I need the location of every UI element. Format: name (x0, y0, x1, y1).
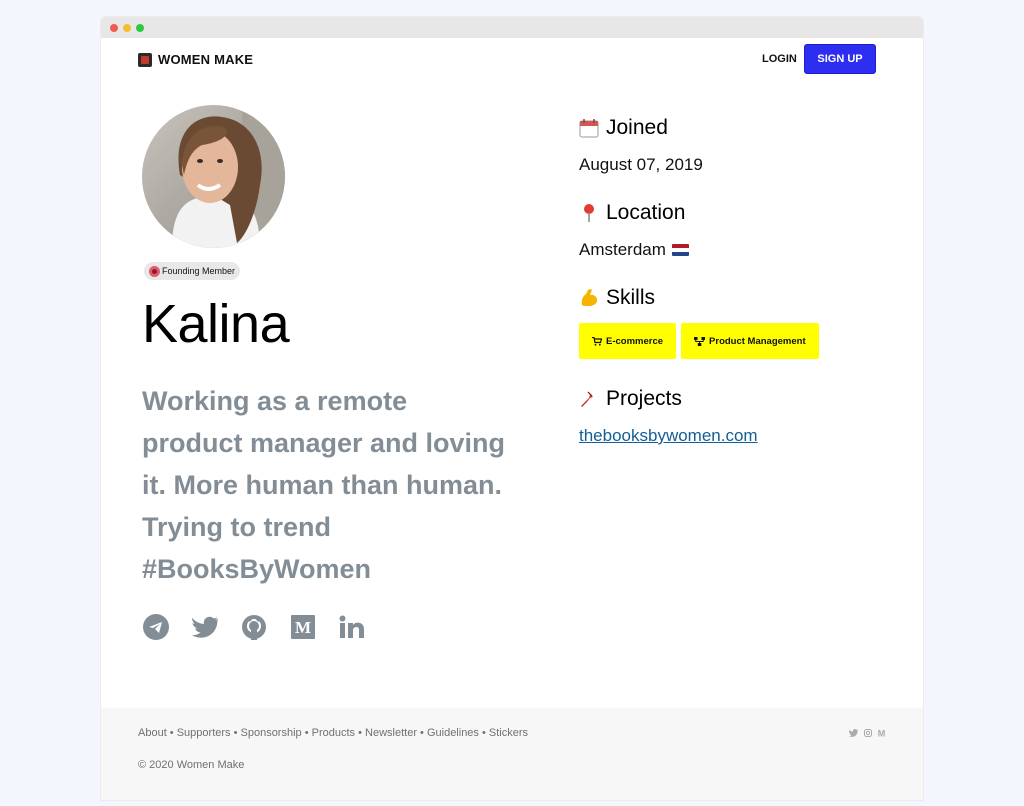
flexed-biceps-icon (579, 288, 599, 308)
skill-label: E-commerce (606, 335, 664, 347)
signup-button[interactable]: SIGN UP (804, 44, 876, 74)
top-nav: WOMEN MAKE LOGIN SIGN UP (101, 38, 923, 82)
medium-icon[interactable]: M (877, 728, 886, 737)
svg-text:M: M (294, 618, 310, 637)
brand-link[interactable]: WOMEN MAKE (138, 52, 253, 67)
location-value: Amsterdam (579, 240, 666, 259)
instagram-icon[interactable] (863, 728, 872, 737)
badge-label: Founding Member (162, 266, 236, 276)
calendar-icon (579, 118, 599, 138)
footer-link-guidelines[interactable]: Guidelines (427, 727, 479, 739)
skill-tag-product-management[interactable]: Product Management (681, 323, 819, 359)
location-section: Location Amsterdam (579, 201, 689, 260)
projects-section: Projects thebooksbywomen.com (579, 387, 758, 446)
project-link[interactable]: thebooksbywomen.com (579, 426, 758, 446)
footer-link-newsletter[interactable]: Newsletter (365, 727, 417, 739)
skill-tag-ecommerce[interactable]: E-commerce (579, 323, 677, 359)
twitter-icon[interactable] (191, 613, 218, 640)
login-link[interactable]: LOGIN (762, 53, 797, 65)
footer-copyright: © 2020 Women Make (138, 759, 245, 771)
profile-avatar (142, 105, 285, 248)
skill-label: Product Management (709, 335, 806, 347)
joined-section: Joined August 07, 2019 (579, 116, 703, 175)
profile-name: Kalina (142, 294, 290, 354)
sitemap-icon (694, 336, 706, 346)
footer-links: About • Supporters • Sponsorship • Produ… (138, 727, 529, 739)
footer-social-links: M (849, 728, 886, 737)
pushpin-icon (579, 203, 599, 223)
social-links: M (142, 613, 365, 640)
skills-section: Skills E-commerce Product Management (579, 286, 819, 359)
joined-title: Joined (606, 116, 668, 139)
medium-icon[interactable]: M (289, 613, 316, 640)
telegram-icon[interactable] (142, 613, 169, 640)
netherlands-flag-icon (671, 244, 689, 256)
footer: About • Supporters • Sponsorship • Produ… (101, 708, 923, 800)
profile-bio: Working as a remote product manager and … (142, 386, 506, 584)
skills-title: Skills (606, 286, 656, 309)
footer-link-supporters[interactable]: Supporters (177, 727, 231, 739)
projects-title: Projects (606, 387, 682, 410)
location-title: Location (606, 201, 686, 224)
linkedin-icon[interactable] (338, 613, 365, 640)
founding-member-badge: Founding Member (144, 262, 241, 280)
close-window-button[interactable] (110, 24, 118, 32)
brand-name: WOMEN MAKE (158, 52, 254, 67)
footer-link-sponsorship[interactable]: Sponsorship (241, 727, 302, 739)
twitter-icon[interactable] (849, 728, 858, 737)
footer-link-stickers[interactable]: Stickers (489, 727, 528, 739)
github-icon[interactable] (240, 613, 267, 640)
footer-link-about[interactable]: About (138, 727, 167, 739)
rosette-icon (149, 265, 160, 277)
minimize-window-button[interactable] (123, 24, 131, 32)
cart-icon (592, 336, 602, 346)
svg-text:M: M (878, 729, 886, 737)
browser-window: WOMEN MAKE LOGIN SIGN UP Founding Member… (101, 17, 923, 800)
footer-link-products[interactable]: Products (312, 727, 355, 739)
joined-date: August 07, 2019 (579, 155, 703, 174)
maximize-window-button[interactable] (136, 24, 144, 32)
brand-logo-icon (138, 52, 152, 67)
window-titlebar (101, 17, 923, 38)
pushpin-icon (579, 389, 599, 409)
